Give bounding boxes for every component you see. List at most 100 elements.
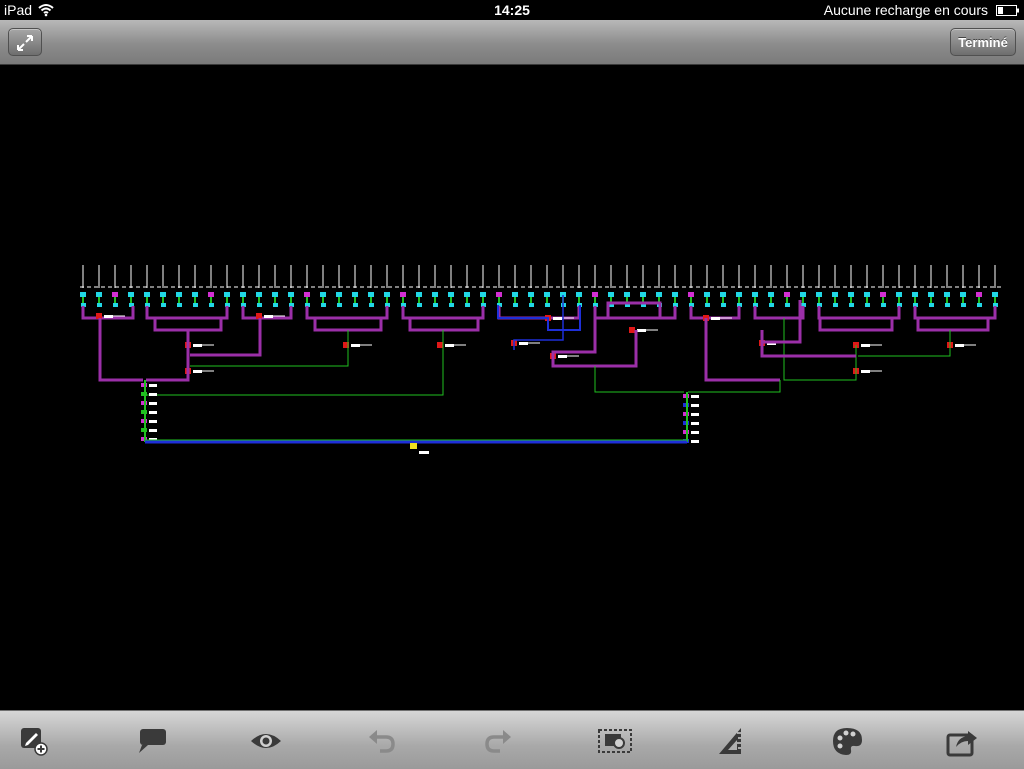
group-bracket [817,306,901,320]
terminal-node [337,303,342,307]
terminal-node [432,292,438,297]
select-region-icon [598,729,632,753]
left-trunk [98,318,143,382]
terminal-node [529,303,534,307]
node-label [519,342,528,345]
right-trunk-c [762,300,802,344]
sub-bracket [408,318,480,332]
terminal-node [496,292,502,297]
terminal-node [288,292,294,297]
node-label [104,315,113,318]
terminal-node [768,292,774,297]
comment-button[interactable] [134,723,170,759]
group-bracket [305,306,389,320]
green-link [146,330,444,396]
measure-button[interactable] [712,723,748,759]
terminal-node [96,292,102,297]
trunk-link [190,318,262,357]
main-source-node [410,443,417,449]
node-label [637,329,646,332]
select-region-button[interactable] [597,723,633,759]
share-button[interactable] [944,723,980,759]
group-bracket [913,306,997,320]
node-label [861,344,870,347]
drawing-canvas[interactable] [0,65,1024,710]
palette-icon [833,728,862,755]
green-link [858,330,951,357]
group-bracket [401,306,485,320]
terminal-node [816,292,822,297]
terminal-node [672,292,678,297]
node-label [711,317,720,320]
terminal-node [113,303,118,307]
terminal-node [832,292,838,297]
main-source-label [419,451,429,454]
terminal-node [256,292,262,297]
terminal-node [833,303,838,307]
terminal-node [848,292,854,297]
terminal-node [881,303,886,307]
terminal-node [80,292,86,297]
terminal-node [640,292,646,297]
terminal-node [224,292,230,297]
comment-icon [139,729,166,753]
terminal-node [688,292,694,297]
terminal-node [992,292,998,297]
terminal-node [705,303,710,307]
stack-label [149,402,157,405]
terminal-node [465,303,470,307]
terminal-node [865,303,870,307]
terminal-node [336,292,342,297]
terminal-node [480,292,486,297]
terminal-node [112,292,118,297]
view-button[interactable] [248,723,284,759]
terminal-node [209,303,214,307]
left-trunk-b [146,330,190,382]
sub-bracket [606,301,662,318]
terminal-node [513,303,518,307]
stack-label [149,384,157,387]
terminal-node [240,292,246,297]
done-button[interactable]: Terminé [950,28,1016,56]
battery-icon [996,5,1019,16]
terminal-node [128,292,134,297]
palette-button[interactable] [829,723,865,759]
group-bracket [145,306,229,320]
terminal-node [976,292,982,297]
terminal-node [656,292,662,297]
terminal-node [849,303,854,307]
green-link [594,366,684,393]
terminal-node [608,292,614,297]
terminal-node [97,303,102,307]
sub-bracket [313,318,383,332]
terminal-node [353,303,358,307]
undo-button[interactable] [364,723,400,759]
terminal-node [304,292,310,297]
expand-button[interactable] [8,28,42,56]
green-link [190,330,349,367]
terminal-node [176,292,182,297]
electrical-schematic [80,265,1004,454]
terminal-node [896,292,902,297]
terminal-node [417,303,422,307]
stack-label [149,411,157,414]
terminal-node [929,303,934,307]
terminal-node [721,303,726,307]
stack-label [149,393,157,396]
terminal-node [977,303,982,307]
sub-bracket [916,318,990,332]
node-label [955,344,964,347]
terminal-node [352,292,358,297]
terminal-node [400,292,406,297]
terminal-node [528,292,534,297]
terminal-node [448,292,454,297]
redo-button[interactable] [480,723,516,759]
terminal-node [464,292,470,297]
terminal-node [144,292,150,297]
terminal-node [257,303,262,307]
edit-add-button[interactable] [16,723,52,759]
terminal-node [592,292,598,297]
terminal-node [945,303,950,307]
stack-label [691,440,699,443]
node-label [264,315,273,318]
